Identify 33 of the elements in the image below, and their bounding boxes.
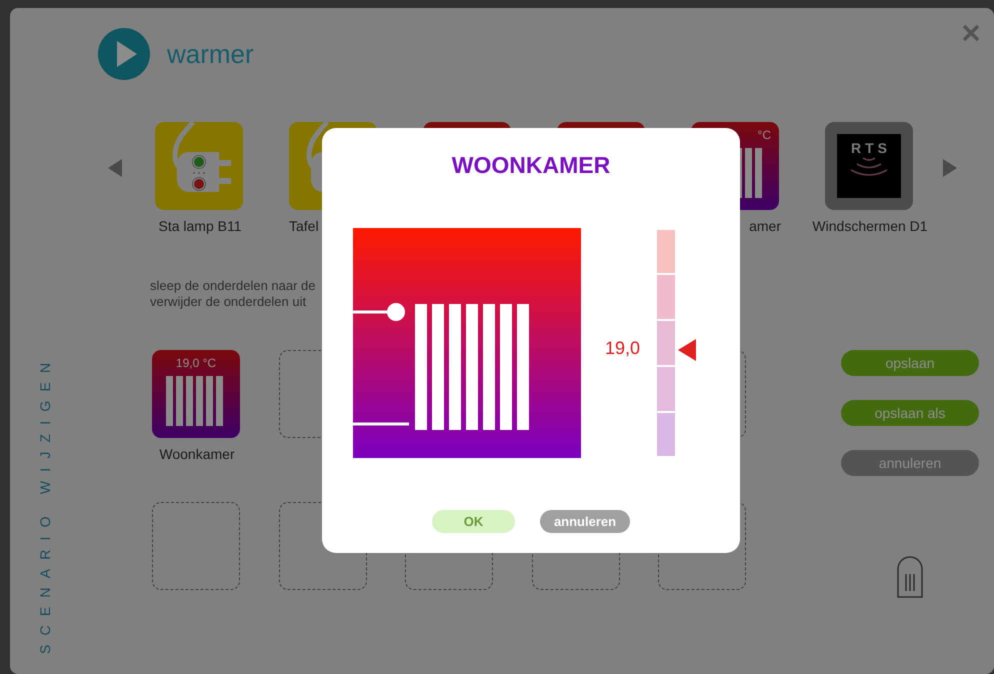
- radiator-icon: [166, 376, 226, 426]
- radiator-tile[interactable]: 19,0 °C: [152, 350, 240, 438]
- save-button[interactable]: opslaan als: [841, 400, 979, 426]
- instruction-text: sleep de onderdelen naar de: [150, 278, 317, 294]
- slider-segment[interactable]: [657, 275, 675, 320]
- save-button[interactable]: opslaan: [841, 350, 979, 376]
- tile-label: Tafel: [289, 218, 319, 234]
- temperature-reading: 19,0: [605, 338, 642, 359]
- close-icon[interactable]: [962, 24, 980, 42]
- slider-segment[interactable]: [657, 230, 675, 274]
- tile-label: Woonkamer: [159, 446, 235, 462]
- slider-segment[interactable]: [657, 412, 675, 456]
- empty-slot[interactable]: [152, 502, 240, 590]
- remote-tile[interactable]: RTS: [825, 122, 913, 210]
- tile-label: Windschermen D1: [812, 218, 928, 234]
- vertical-title: SCENARIO WIJZIGEN: [37, 352, 53, 654]
- slider-segment[interactable]: [657, 321, 675, 365]
- temperature-text: °C: [758, 128, 771, 142]
- cancel-button[interactable]: annuleren: [540, 510, 630, 533]
- right-arrow-icon[interactable]: [943, 159, 957, 177]
- logo-text: RTS: [850, 140, 891, 156]
- slider-pointer[interactable]: [678, 338, 696, 361]
- slider-segment[interactable]: [657, 366, 675, 411]
- left-arrow-icon[interactable]: [108, 159, 122, 177]
- tile-label: amer: [749, 218, 781, 234]
- play-logo-icon: [98, 28, 150, 80]
- tile-label: Sta lamp B11: [158, 218, 242, 234]
- trash-icon[interactable]: [897, 556, 923, 598]
- instruction-text: verwijder de onderdelen uit: [150, 294, 308, 310]
- page-title: warmer: [167, 38, 254, 70]
- plug-tile[interactable]: [155, 122, 243, 210]
- temperature-text: 19,0 °C: [176, 356, 216, 370]
- dialog-title: WOONKAMER: [452, 152, 610, 179]
